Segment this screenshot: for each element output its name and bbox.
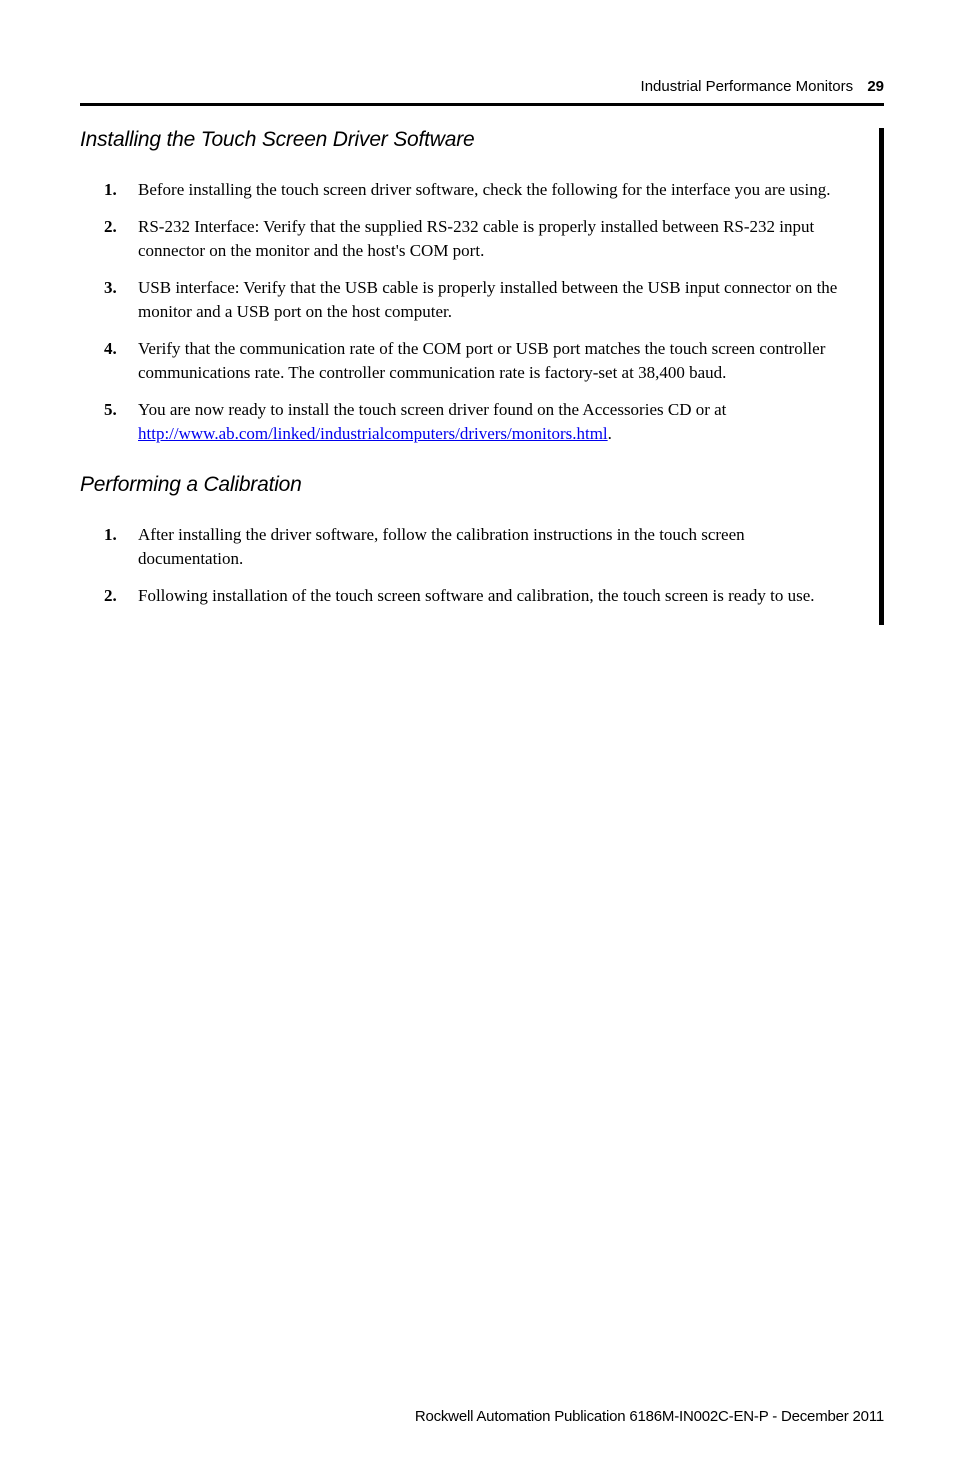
item-text: After installing the driver software, fo… xyxy=(138,525,745,567)
item-number: 2. xyxy=(104,584,117,607)
item-text-before: You are now ready to install the touch s… xyxy=(138,400,726,419)
item-text: USB interface: Verify that the USB cable… xyxy=(138,278,837,320)
calibration-list: 1. After installing the driver software,… xyxy=(80,523,853,607)
list-item: 1. Before installing the touch screen dr… xyxy=(116,178,853,201)
driver-link[interactable]: http://www.ab.com/linked/industrialcompu… xyxy=(138,424,608,443)
header-title: Industrial Performance Monitors xyxy=(641,78,854,95)
section-title-install: Installing the Touch Screen Driver Softw… xyxy=(80,128,853,152)
item-text: Before installing the touch screen drive… xyxy=(138,180,831,199)
list-item: 2. RS-232 Interface: Verify that the sup… xyxy=(116,215,853,262)
item-number: 5. xyxy=(104,398,117,421)
content-region: Installing the Touch Screen Driver Softw… xyxy=(80,128,884,625)
item-number: 4. xyxy=(104,337,117,360)
page-number: 29 xyxy=(867,78,884,95)
header-rule xyxy=(80,103,884,106)
list-item: 5. You are now ready to install the touc… xyxy=(116,398,853,445)
list-item: 1. After installing the driver software,… xyxy=(116,523,853,570)
item-text: Following installation of the touch scre… xyxy=(138,586,815,605)
item-text: RS-232 Interface: Verify that the suppli… xyxy=(138,217,814,259)
section-title-calibration: Performing a Calibration xyxy=(80,473,853,497)
item-number: 1. xyxy=(104,523,117,546)
page-container: Industrial Performance Monitors 29 Insta… xyxy=(0,0,954,1475)
list-item: 2. Following installation of the touch s… xyxy=(116,584,853,607)
list-item: 3. USB interface: Verify that the USB ca… xyxy=(116,276,853,323)
install-list: 1. Before installing the touch screen dr… xyxy=(80,178,853,445)
footer-publication: Rockwell Automation Publication 6186M-IN… xyxy=(415,1408,884,1425)
item-number: 2. xyxy=(104,215,117,238)
running-header: Industrial Performance Monitors 29 xyxy=(80,78,884,103)
list-item: 4. Verify that the communication rate of… xyxy=(116,337,853,384)
item-number: 1. xyxy=(104,178,117,201)
item-text-after: . xyxy=(608,424,612,443)
item-number: 3. xyxy=(104,276,117,299)
item-text: Verify that the communication rate of th… xyxy=(138,339,825,381)
